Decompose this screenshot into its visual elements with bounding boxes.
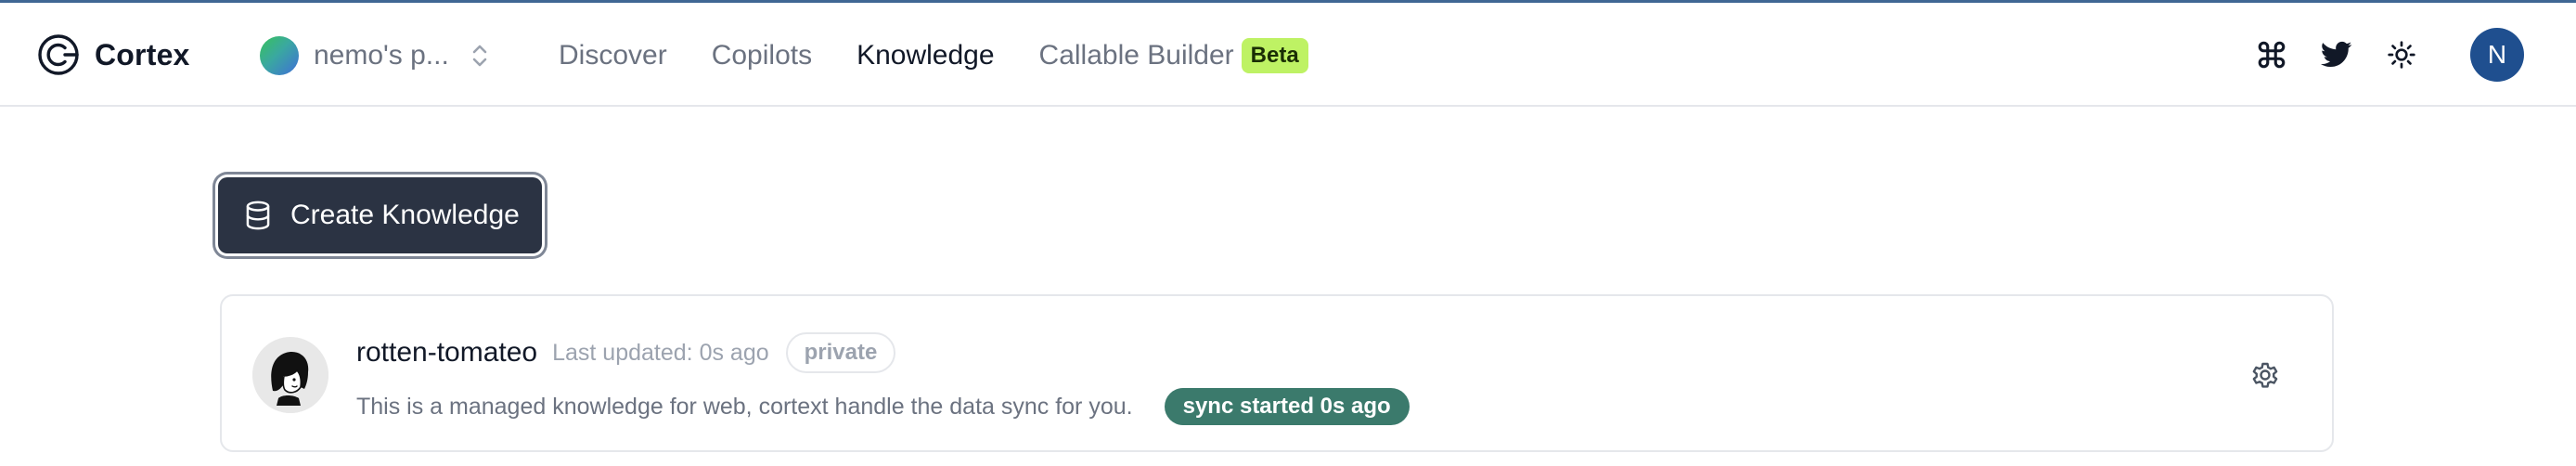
knowledge-title[interactable]: rotten-tomateo: [356, 337, 537, 369]
theme-toggle-button[interactable]: [2383, 36, 2420, 73]
nav-link-copilots[interactable]: Copilots: [712, 40, 812, 71]
chevron-up-down-icon: [472, 45, 487, 67]
main-nav: Discover Copilots Knowledge Callable Bui…: [559, 34, 1308, 77]
character-portrait-icon: [252, 337, 328, 413]
sync-status-badge: sync started 0s ago: [1164, 388, 1410, 425]
nav-link-callable-builder[interactable]: Callable Builder: [1039, 40, 1234, 71]
gear-icon: [2252, 362, 2278, 388]
cortex-logo-icon: [38, 34, 79, 75]
app-name: Cortex: [95, 37, 190, 71]
create-knowledge-button[interactable]: Create Knowledge: [218, 177, 542, 253]
workspace-avatar: [260, 36, 299, 75]
command-palette-button[interactable]: [2253, 36, 2290, 73]
command-icon: [2258, 41, 2286, 69]
top-navbar: Cortex nemo's p... Discover Copilots Kno…: [0, 3, 2576, 107]
knowledge-card[interactable]: rotten-tomateo Last updated: 0s ago priv…: [220, 294, 2334, 452]
sun-icon: [2388, 41, 2415, 69]
workspace-name: nemo's p...: [314, 40, 449, 71]
workspace-switcher[interactable]: nemo's p...: [260, 34, 490, 77]
nav-link-discover[interactable]: Discover: [559, 40, 667, 71]
knowledge-avatar: [252, 337, 328, 413]
nav-link-knowledge[interactable]: Knowledge: [857, 40, 994, 71]
user-avatar[interactable]: N: [2470, 28, 2524, 82]
last-updated: Last updated: 0s ago: [552, 339, 769, 366]
database-icon: [246, 201, 270, 230]
create-knowledge-label: Create Knowledge: [290, 200, 520, 230]
knowledge-details: This is a managed knowledge for web, cor…: [356, 384, 1410, 429]
header-actions: N: [2253, 27, 2524, 83]
knowledge-description: This is a managed knowledge for web, cor…: [356, 393, 1133, 420]
twitter-icon: [2321, 41, 2352, 68]
visibility-badge: private: [785, 332, 896, 373]
beta-badge: Beta: [1241, 38, 1308, 73]
knowledge-settings-button[interactable]: [2248, 358, 2282, 392]
knowledge-header: rotten-tomateo Last updated: 0s ago priv…: [356, 331, 896, 374]
twitter-link[interactable]: [2318, 36, 2355, 73]
brand[interactable]: Cortex: [37, 31, 190, 79]
